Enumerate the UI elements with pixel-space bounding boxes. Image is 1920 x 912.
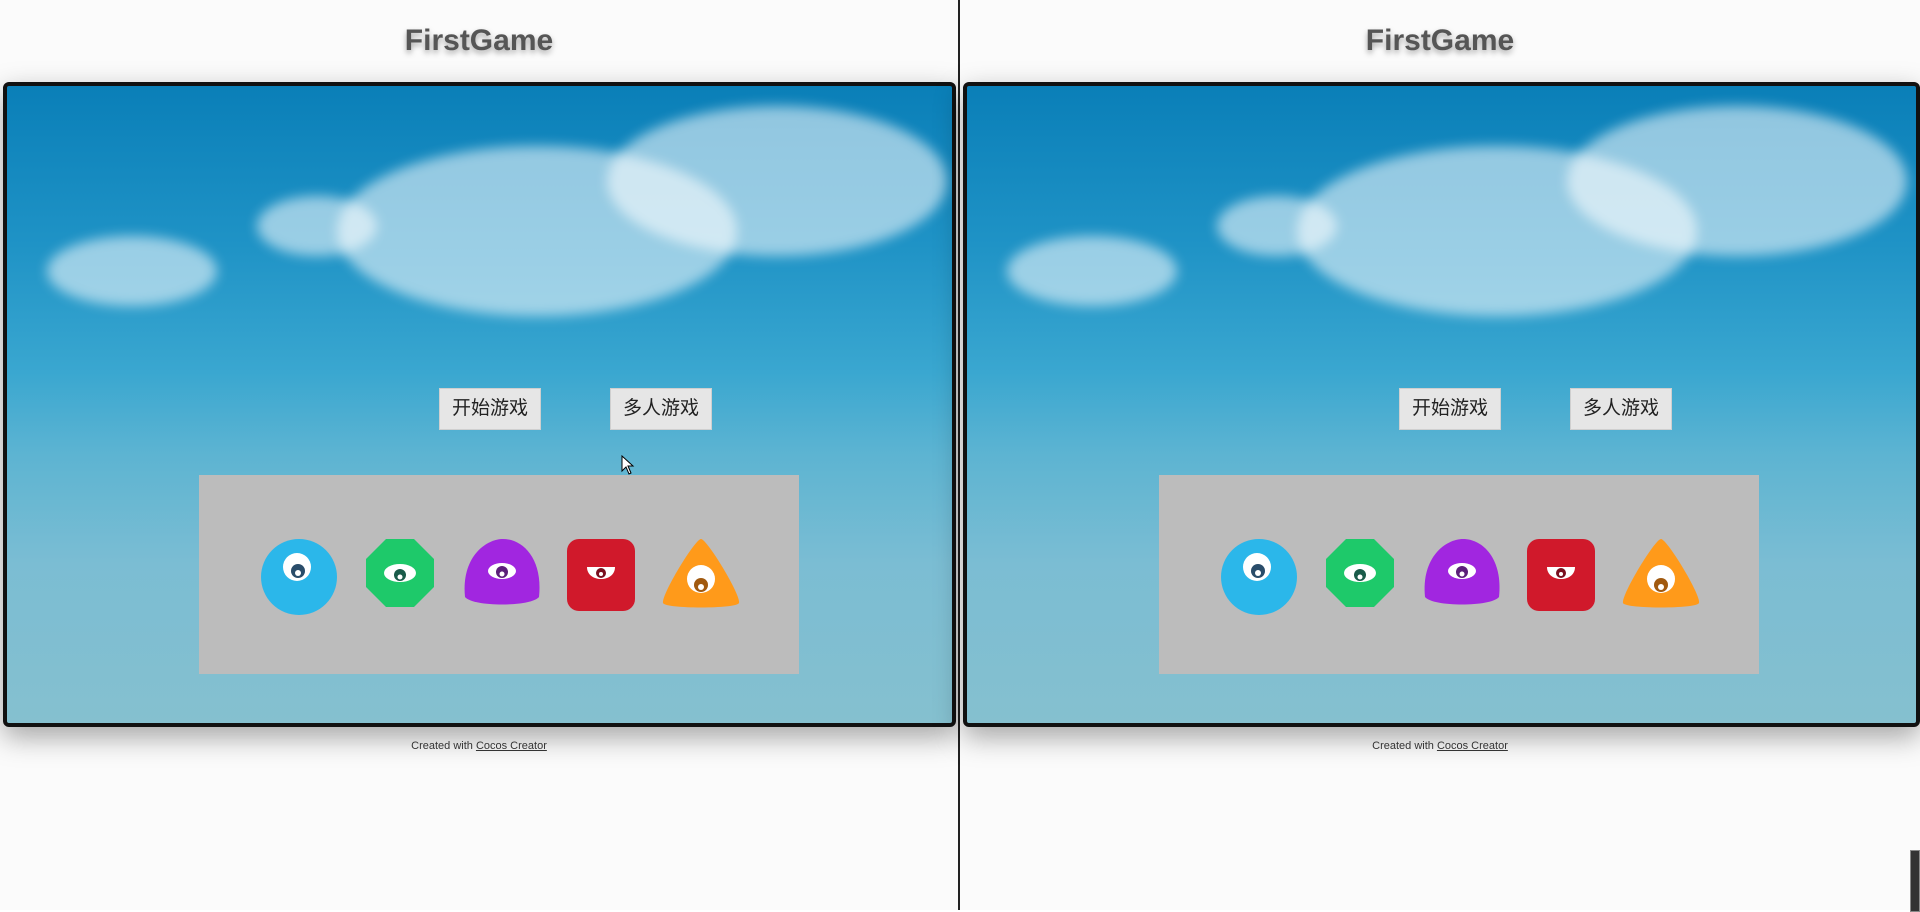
page-title: FirstGame — [404, 24, 554, 57]
green-octagon-monster-icon[interactable] — [1324, 537, 1396, 609]
cloud — [47, 236, 217, 306]
character-select-panel — [199, 475, 799, 674]
cloud — [1007, 236, 1177, 306]
left-game-window: FirstGame 开始游戏 多人游戏 Created with Cocos C… — [0, 0, 960, 910]
character-select-panel — [1159, 475, 1759, 674]
footer-prefix: Created with — [411, 740, 476, 752]
footer-prefix: Created with — [1372, 740, 1437, 752]
cocos-creator-link[interactable]: Cocos Creator — [476, 740, 547, 752]
cloud — [1567, 106, 1907, 256]
blue-circle-monster-icon[interactable] — [259, 537, 339, 617]
orange-triangle-monster-icon[interactable] — [659, 537, 743, 611]
orange-triangle-monster-icon[interactable] — [1619, 537, 1703, 611]
blue-circle-monster-icon[interactable] — [1219, 537, 1299, 617]
red-square-monster-icon[interactable] — [565, 537, 637, 613]
cocos-creator-link[interactable]: Cocos Creator — [1437, 740, 1508, 752]
start-game-button[interactable]: 开始游戏 — [439, 388, 541, 430]
game-canvas[interactable]: 开始游戏 多人游戏 — [963, 82, 1920, 727]
scrollbar-handle[interactable] — [1910, 850, 1920, 912]
mouse-cursor-icon — [621, 455, 635, 475]
red-square-monster-icon[interactable] — [1525, 537, 1597, 613]
green-octagon-monster-icon[interactable] — [364, 537, 436, 609]
multiplayer-button[interactable]: 多人游戏 — [610, 388, 712, 430]
start-game-button[interactable]: 开始游戏 — [1399, 388, 1501, 430]
multiplayer-button[interactable]: 多人游戏 — [1570, 388, 1672, 430]
footer-credit: Created with Cocos Creator — [0, 740, 958, 752]
cloud — [607, 106, 947, 256]
purple-blob-monster-icon[interactable] — [1421, 537, 1503, 609]
purple-blob-monster-icon[interactable] — [461, 537, 543, 609]
game-canvas[interactable]: 开始游戏 多人游戏 — [3, 82, 956, 727]
right-game-window: FirstGame 开始游戏 多人游戏 Created with Cocos C… — [960, 0, 1920, 912]
footer-credit: Created with Cocos Creator — [960, 740, 1920, 752]
page-title: FirstGame — [1365, 24, 1515, 57]
